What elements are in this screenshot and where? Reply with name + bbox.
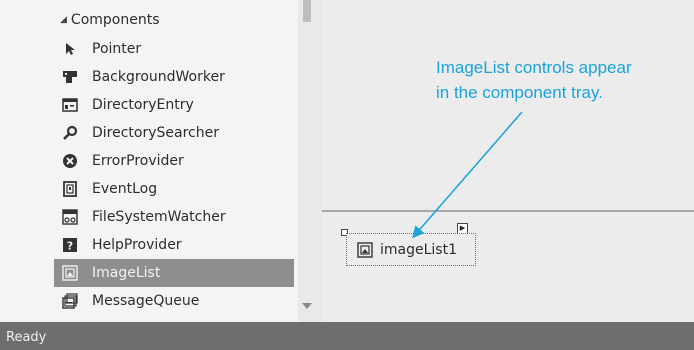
status-text: Ready bbox=[6, 330, 47, 345]
status-bar: Ready bbox=[0, 322, 694, 350]
callout-arrow bbox=[412, 111, 523, 239]
